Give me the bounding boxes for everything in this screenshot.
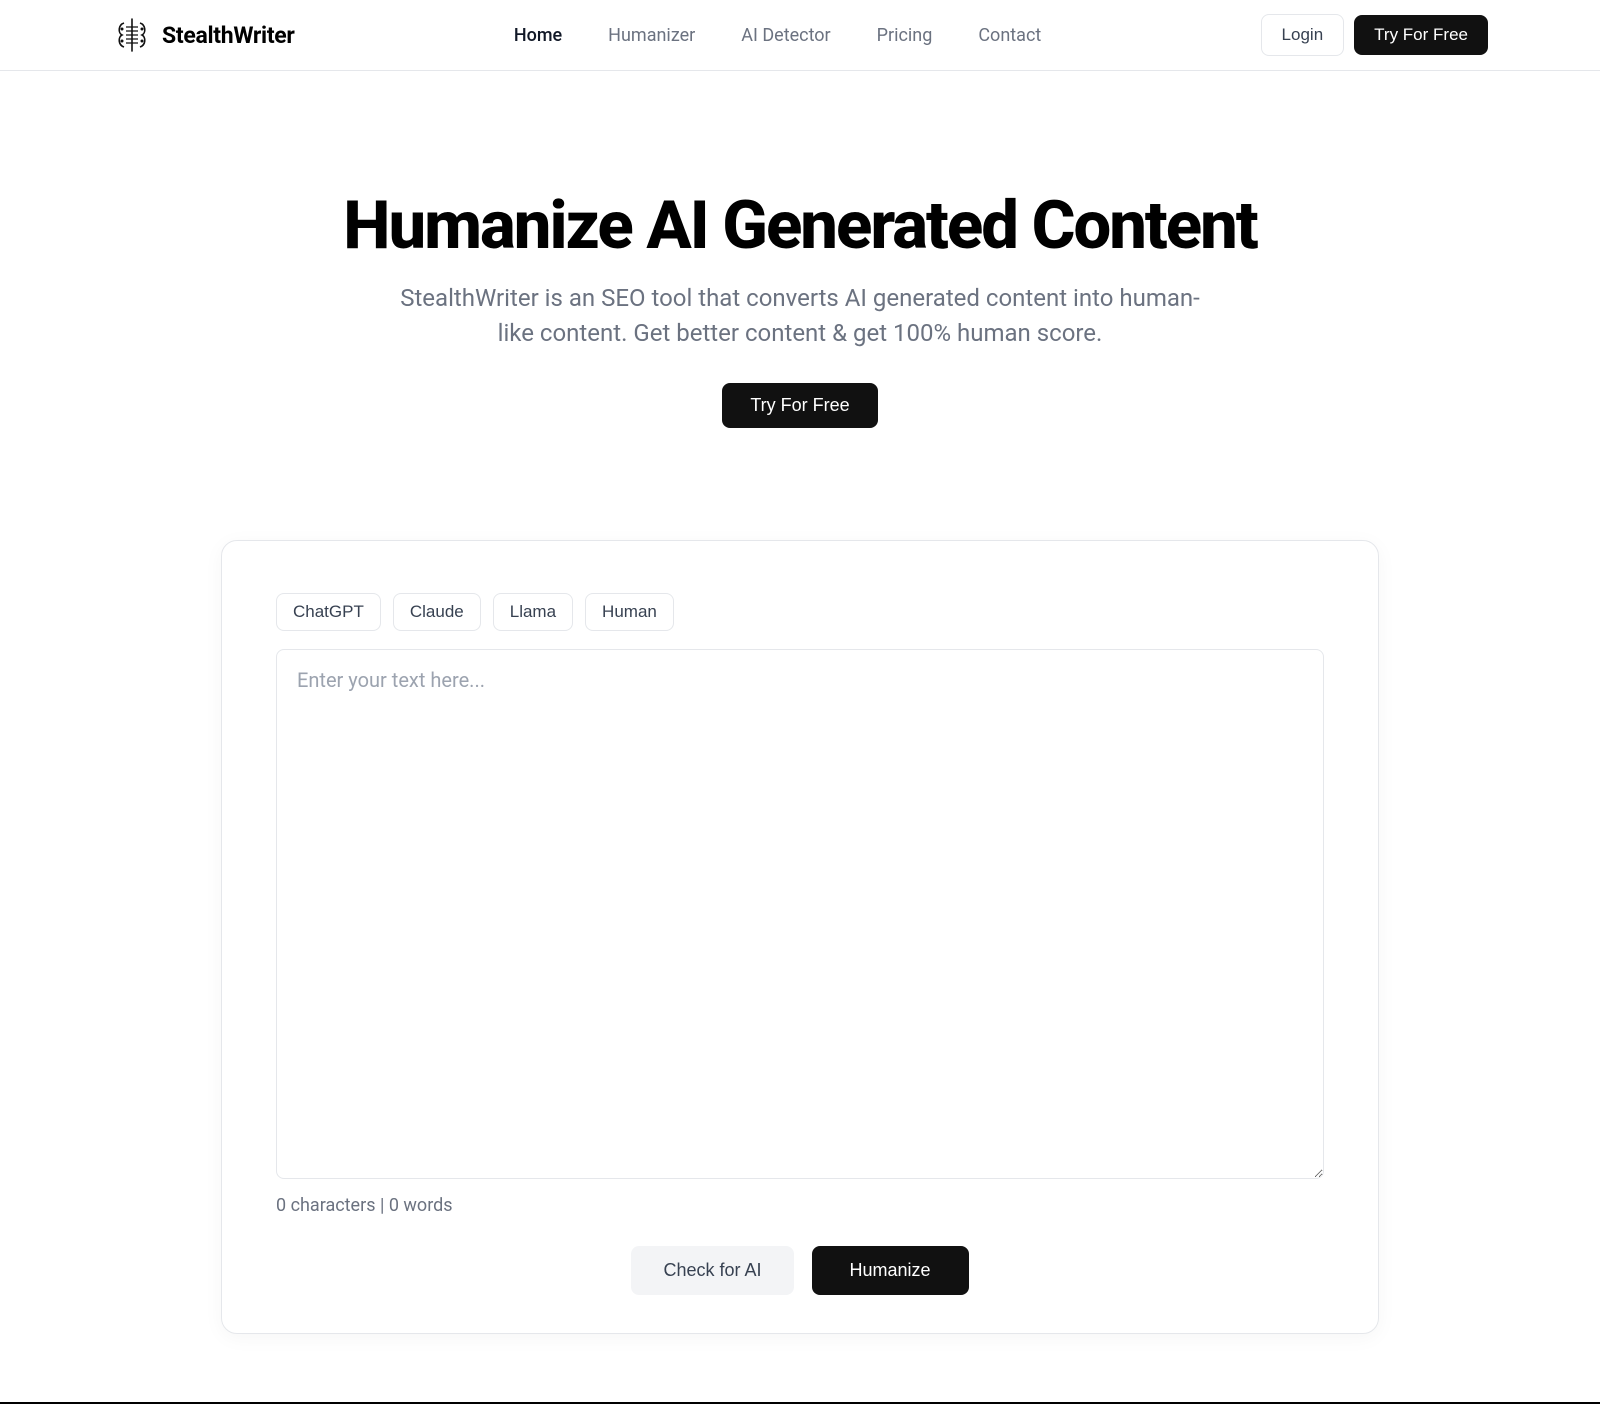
hero-section: Humanize AI Generated Content StealthWri… bbox=[0, 71, 1600, 468]
nav-ai-detector[interactable]: AI Detector bbox=[741, 25, 830, 46]
login-button[interactable]: Login bbox=[1261, 14, 1345, 56]
nav-humanizer[interactable]: Humanizer bbox=[608, 25, 695, 46]
nav-pricing[interactable]: Pricing bbox=[877, 25, 933, 46]
primary-nav: Home Humanizer AI Detector Pricing Conta… bbox=[514, 25, 1041, 46]
check-ai-button[interactable]: Check for AI bbox=[631, 1246, 793, 1295]
hero-cta-button[interactable]: Try For Free bbox=[722, 383, 877, 428]
brand-logo[interactable]: StealthWriter bbox=[112, 15, 295, 55]
editor-card: ChatGPT Claude Llama Human 0 characters … bbox=[221, 540, 1379, 1334]
header-cta-button[interactable]: Try For Free bbox=[1354, 15, 1488, 55]
page-bottom-divider bbox=[0, 1374, 1600, 1404]
hero-title: Humanize AI Generated Content bbox=[0, 191, 1600, 261]
action-row: Check for AI Humanize bbox=[276, 1246, 1324, 1295]
humanize-button[interactable]: Humanize bbox=[812, 1246, 969, 1295]
sample-chips: ChatGPT Claude Llama Human bbox=[276, 593, 1324, 631]
nav-home[interactable]: Home bbox=[514, 25, 562, 46]
char-word-counter: 0 characters | 0 words bbox=[276, 1195, 1324, 1216]
chip-human[interactable]: Human bbox=[585, 593, 674, 631]
brain-logo-icon bbox=[112, 15, 152, 55]
chip-chatgpt[interactable]: ChatGPT bbox=[276, 593, 381, 631]
chip-claude[interactable]: Claude bbox=[393, 593, 481, 631]
nav-contact[interactable]: Contact bbox=[978, 25, 1041, 46]
hero-subtitle: StealthWriter is an SEO tool that conver… bbox=[390, 281, 1210, 351]
site-header: StealthWriter Home Humanizer AI Detector… bbox=[0, 0, 1600, 71]
header-actions: Login Try For Free bbox=[1261, 14, 1488, 56]
chip-llama[interactable]: Llama bbox=[493, 593, 573, 631]
brand-name: StealthWriter bbox=[162, 22, 295, 49]
content-textarea[interactable] bbox=[276, 649, 1324, 1179]
